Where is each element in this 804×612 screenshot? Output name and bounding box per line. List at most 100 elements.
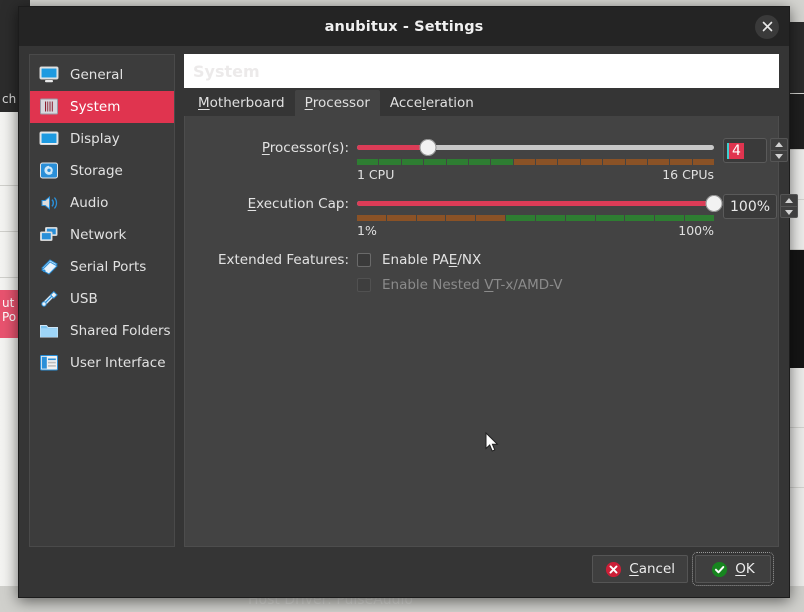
settings-category-sidebar: General System Display Storage Audio Net… xyxy=(29,54,175,547)
processors-row: Processor(s): 1 CPU 16 CPUs 4 xyxy=(185,138,788,182)
enable-pae-nx-label: Enable PAE/NX xyxy=(382,252,481,268)
sidebar-item-storage[interactable]: Storage xyxy=(30,155,174,187)
processors-min-label: 1 CPU xyxy=(357,167,395,182)
enable-nested-vtx-label: Enable Nested VT-x/AMD-V xyxy=(382,277,562,293)
slider-tick xyxy=(625,215,655,221)
slider-tick xyxy=(357,215,386,221)
sidebar-item-serial-ports[interactable]: Serial Ports xyxy=(30,251,174,283)
slider-tick xyxy=(535,215,565,221)
execution-cap-slider[interactable] xyxy=(357,194,723,214)
user-interface-icon xyxy=(38,352,60,374)
slider-tick xyxy=(424,159,446,165)
slider-tick xyxy=(692,159,714,165)
close-icon xyxy=(762,21,772,32)
processors-value-input[interactable]: 4 xyxy=(723,138,767,163)
sidebar-item-label: USB xyxy=(70,291,98,307)
sidebar-item-display[interactable]: Display xyxy=(30,123,174,155)
tab-label: rocessor xyxy=(312,95,370,111)
dialog-titlebar[interactable]: anubitux - Settings xyxy=(19,7,789,46)
cancel-button[interactable]: Cancel xyxy=(592,555,688,583)
execution-cap-value-input[interactable]: 100% xyxy=(723,194,778,219)
slider-tick xyxy=(468,159,491,165)
enable-pae-nx-label-post: /NX xyxy=(457,252,482,268)
folder-icon xyxy=(38,320,60,342)
processors-spinner: 4 xyxy=(723,138,788,163)
slider-tick xyxy=(558,159,580,165)
execution-cap-decrement-button[interactable] xyxy=(780,206,799,218)
slider-tick xyxy=(625,159,647,165)
execution-cap-row: Execution Cap: 1% 100% 100% xyxy=(185,194,799,238)
chip-icon xyxy=(38,96,60,118)
settings-dialog: anubitux - Settings General System Displ… xyxy=(18,6,799,598)
tab-mnemonic: M xyxy=(198,95,210,111)
sidebar-item-label: Storage xyxy=(70,163,123,179)
tab-label: eration xyxy=(425,95,474,111)
execution-cap-label-text: xecution Cap: xyxy=(256,196,349,212)
tab-acceleration[interactable]: Acce l eration xyxy=(380,90,484,116)
slider-tick xyxy=(446,159,468,165)
sidebar-item-general[interactable]: General xyxy=(30,59,174,91)
slider-tick xyxy=(603,159,625,165)
slider-tick xyxy=(506,215,535,221)
sidebar-item-label: Display xyxy=(70,131,120,147)
chevron-down-icon xyxy=(785,209,794,215)
slider-tick xyxy=(446,215,476,221)
cancel-x-icon xyxy=(606,561,622,577)
processors-tick-strip xyxy=(357,159,714,165)
sidebar-item-label: Serial Ports xyxy=(70,259,147,275)
slider-tick xyxy=(647,159,670,165)
execution-cap-tick-strip xyxy=(357,215,714,221)
slider-tick xyxy=(416,215,446,221)
serial-port-icon xyxy=(38,256,60,278)
sidebar-item-label: User Interface xyxy=(70,355,166,371)
sidebar-item-network[interactable]: Network xyxy=(30,219,174,251)
processors-slider-wrap: 1 CPU 16 CPUs xyxy=(357,138,714,182)
tab-label: otherboard xyxy=(209,95,285,111)
slider-tick xyxy=(357,159,379,165)
ok-mnemonic: O xyxy=(735,561,746,577)
processors-increment-button[interactable] xyxy=(770,138,788,150)
tab-label: Acce xyxy=(389,95,423,111)
tab-processor[interactable]: Processor xyxy=(294,90,380,116)
enable-nested-vtx-label-pre: Enable Nested xyxy=(382,277,485,293)
slider-tick xyxy=(670,159,692,165)
slider-handle[interactable] xyxy=(419,139,437,156)
sidebar-item-user-interface[interactable]: User Interface xyxy=(30,347,174,379)
processors-slider[interactable] xyxy=(357,138,714,158)
extended-features-row-1: Extended Features: Enable PAE/NX xyxy=(185,252,778,268)
sidebar-item-system[interactable]: System xyxy=(30,91,174,123)
sidebar-item-usb[interactable]: USB xyxy=(30,283,174,315)
pane-header-title: System xyxy=(193,61,260,81)
ok-button-label: OK xyxy=(735,561,755,577)
processors-max-label: 16 CPUs xyxy=(662,167,714,182)
processors-decrement-button[interactable] xyxy=(770,150,788,162)
execution-cap-spinner: 100% xyxy=(723,194,799,219)
slider-handle[interactable] xyxy=(705,195,723,212)
ok-button[interactable]: OK xyxy=(692,552,774,586)
slider-tick xyxy=(580,159,603,165)
ok-check-icon xyxy=(712,561,728,577)
close-window-button[interactable] xyxy=(755,14,779,39)
chevron-up-icon xyxy=(775,142,783,147)
processors-label-mnemonic: P xyxy=(261,140,270,156)
network-icon xyxy=(38,224,60,246)
execution-cap-max-label: 100% xyxy=(678,223,714,238)
slider-tick xyxy=(536,159,558,165)
execution-cap-value-text: 100% xyxy=(730,198,771,215)
display-icon xyxy=(38,128,60,150)
sidebar-item-audio[interactable]: Audio xyxy=(30,187,174,219)
tab-mnemonic: P xyxy=(304,95,313,111)
processors-range-labels: 1 CPU 16 CPUs xyxy=(357,167,714,182)
enable-pae-nx-label-pre: Enable PA xyxy=(382,252,449,268)
execution-cap-increment-button[interactable] xyxy=(780,194,799,206)
processors-label-text: rocessor(s): xyxy=(269,140,349,156)
sidebar-item-shared-folders[interactable]: Shared Folders xyxy=(30,315,174,347)
enable-pae-nx-checkbox[interactable] xyxy=(357,253,371,267)
chevron-down-icon xyxy=(775,153,783,159)
sidebar-item-label: Audio xyxy=(70,195,109,211)
processors-label: Processor(s): xyxy=(185,138,357,156)
tab-motherboard[interactable]: Motherboard xyxy=(188,90,295,116)
cancel-mnemonic: C xyxy=(629,561,639,577)
dialog-body: General System Display Storage Audio Net… xyxy=(19,46,799,547)
slider-tick xyxy=(595,215,625,221)
